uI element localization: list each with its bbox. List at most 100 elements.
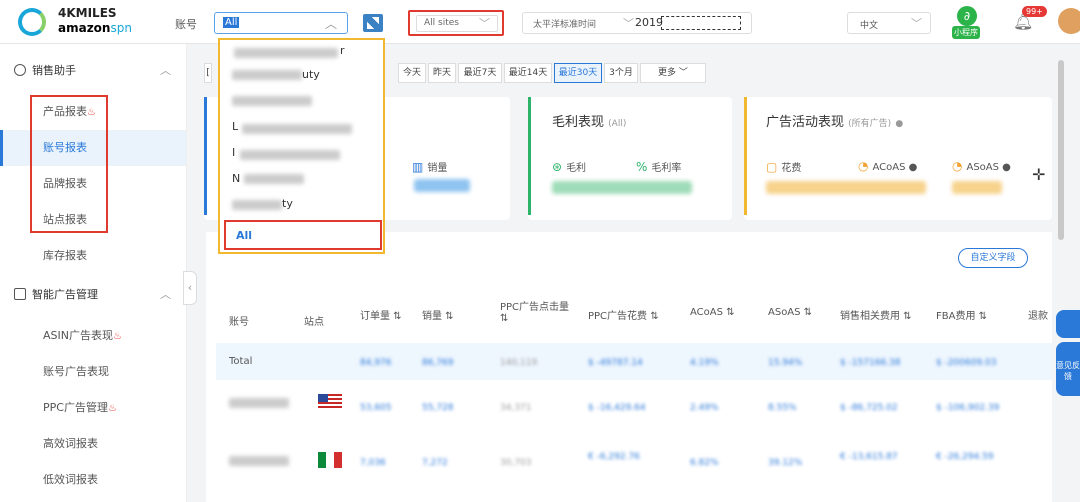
account-select-value: All xyxy=(223,17,240,28)
app-logo[interactable]: 4KMILES amazonspn xyxy=(18,6,188,40)
logo-line2: amazonspn xyxy=(58,21,132,35)
avatar[interactable] xyxy=(1058,8,1080,34)
sidebar-group-sales[interactable]: 销售助手 ︿ xyxy=(14,62,171,82)
table-cell: 34,371 xyxy=(500,403,532,413)
table-cell: 140,119 xyxy=(500,358,538,368)
dropdown-option-blur xyxy=(232,200,282,210)
dropdown-option[interactable]: uty xyxy=(302,68,320,81)
mini-program-label: 小程序 xyxy=(952,26,980,39)
date-btn-today[interactable]: 今天 xyxy=(398,63,426,83)
account-select[interactable]: All ︿ xyxy=(214,12,348,34)
table-cell: 6.82% xyxy=(690,458,719,468)
language-select[interactable]: 中文 ﹀ xyxy=(847,12,931,34)
col-acoas[interactable]: ACoAS ⇅ xyxy=(690,307,735,318)
card-accent xyxy=(528,97,531,215)
sidebar-item-account-ads[interactable]: 账号广告表现 xyxy=(0,354,186,390)
col-fba-fees[interactable]: FBA费用 ⇅ xyxy=(936,307,987,322)
table-cell: $ -157166.38 xyxy=(840,358,901,368)
dropdown-option[interactable]: ty xyxy=(282,197,293,210)
chevron-up-icon: ︿ xyxy=(160,64,171,77)
feedback-button[interactable]: 意见反馈 xyxy=(1056,342,1080,396)
custom-fields-button[interactable]: 自定义字段 xyxy=(958,248,1028,268)
col-sales-fees[interactable]: 销售相关费用 ⇅ xyxy=(840,307,912,322)
table-cell: 8.55% xyxy=(768,403,797,413)
dropdown-option-all[interactable]: All xyxy=(224,220,382,250)
help-icon[interactable]: ● xyxy=(909,162,918,173)
sidebar-item-efficient-keywords[interactable]: 高效词报表 xyxy=(0,426,186,462)
table-cell: 7,272 xyxy=(422,458,448,468)
dropdown-option[interactable]: N xyxy=(232,172,240,185)
table-cell: $ -16,429.64 xyxy=(588,403,646,413)
table-cell: 39.12% xyxy=(768,458,803,468)
gross-profit-metric: ⊛ 毛利 xyxy=(552,160,587,174)
site-select-value: All sites xyxy=(424,18,459,28)
total-label: Total xyxy=(229,356,253,367)
table-cell: 15.94% xyxy=(768,358,803,368)
percent-icon: % xyxy=(636,160,648,174)
col-orders[interactable]: 订单量 ⇅ xyxy=(360,307,402,322)
timezone-value: 太平洋标准时间 xyxy=(533,20,597,30)
table-cell: 30,703 xyxy=(500,458,532,468)
card-accent xyxy=(204,97,207,215)
table-cell: 4.19% xyxy=(690,358,719,368)
date-range-value: 2019 xyxy=(635,16,663,29)
account-name-blur xyxy=(229,456,289,466)
dropdown-option[interactable]: I xyxy=(232,146,235,159)
date-btn-more[interactable]: 更多 ﹀ xyxy=(640,63,706,83)
dropdown-option[interactable] xyxy=(232,96,312,106)
date-range-mask xyxy=(661,16,741,30)
table-cell: 2.49% xyxy=(690,403,719,413)
table-cell: $ -49787.14 xyxy=(588,358,643,368)
sidebar-item-inefficient-keywords[interactable]: 低效词报表 xyxy=(0,462,186,498)
sidebar-group-ads[interactable]: 智能广告管理 ︿ xyxy=(14,286,171,306)
us-flag-icon xyxy=(318,394,342,410)
acoas-metric: ◔ ACoAS ● xyxy=(858,159,918,173)
col-asoas[interactable]: ASoAS ⇅ xyxy=(768,307,812,318)
date-btn-7d[interactable]: 最近7天 xyxy=(458,63,502,83)
account-dropdown[interactable]: r uty L I N ty All xyxy=(218,38,385,254)
dropdown-option[interactable]: r xyxy=(340,44,345,57)
col-refund[interactable]: 退款 xyxy=(1028,307,1048,322)
profit-card-title: 毛利表现 (All) xyxy=(552,115,627,130)
date-btn-14d[interactable]: 最近14天 xyxy=(504,63,552,83)
asoas-metric: ◔ ASoAS ● xyxy=(952,159,1011,173)
chevron-down-icon: ﹀ xyxy=(911,17,922,30)
date-mode-select[interactable]: [ xyxy=(204,63,212,83)
asoas-value xyxy=(952,181,1002,194)
sidebar-item-ppc-ads[interactable]: PPC广告管理♨ xyxy=(0,390,186,426)
sidebar-item-asin-ads[interactable]: ASIN广告表现♨ xyxy=(0,318,186,354)
col-ppc-spend[interactable]: PPC广告花费 ⇅ xyxy=(588,307,659,322)
col-ppc-clicks[interactable]: PPC广告点击量 ⇅ xyxy=(500,298,578,324)
date-btn-3m[interactable]: 3个月 xyxy=(604,63,638,83)
dropdown-option-blur xyxy=(240,150,340,160)
col-account[interactable]: 账号 xyxy=(229,313,249,328)
dropdown-option-blur xyxy=(244,174,304,184)
sidebar-item-inventory-report[interactable]: 库存报表 xyxy=(0,238,186,274)
col-site[interactable]: 站点 xyxy=(304,313,324,328)
sidebar-highlight-box xyxy=(30,95,108,233)
chevron-down-icon: ﹀ xyxy=(623,17,634,30)
gross-margin-metric: % 毛利率 xyxy=(636,160,682,174)
scrollbar[interactable] xyxy=(1058,60,1064,240)
date-btn-yesterday[interactable]: 昨天 xyxy=(428,63,456,83)
mini-program-button[interactable]: ∂ 小程序 xyxy=(952,6,980,39)
hot-icon: ♨ xyxy=(107,403,117,414)
dropdown-option[interactable]: L xyxy=(232,120,238,133)
crosshair-icon: ✛ xyxy=(1032,165,1046,184)
help-icon[interactable]: ● xyxy=(895,119,903,129)
table-cell: 7,036 xyxy=(360,458,386,468)
account-name-blur xyxy=(229,398,289,408)
timezone-date-picker[interactable]: 太平洋标准时间 ﹀ 2019 xyxy=(522,12,752,34)
site-select[interactable]: All sites ﹀ xyxy=(408,10,504,36)
help-icon[interactable]: ● xyxy=(1002,162,1011,173)
sales-value xyxy=(414,179,470,192)
chevron-up-icon: ︿ xyxy=(324,17,337,31)
float-tool-button[interactable] xyxy=(1056,310,1080,338)
marketplace-flag-icon[interactable] xyxy=(363,14,383,32)
date-btn-30d[interactable]: 最近30天 xyxy=(554,63,602,83)
ad-card-title: 广告活动表现 (所有广告) ● xyxy=(766,115,904,130)
hot-icon: ♨ xyxy=(112,331,122,342)
col-units[interactable]: 销量 ⇅ xyxy=(422,307,454,322)
table-cell: € -6,292.76 xyxy=(588,452,640,462)
collapse-sidebar-button[interactable]: ‹ xyxy=(183,271,197,305)
